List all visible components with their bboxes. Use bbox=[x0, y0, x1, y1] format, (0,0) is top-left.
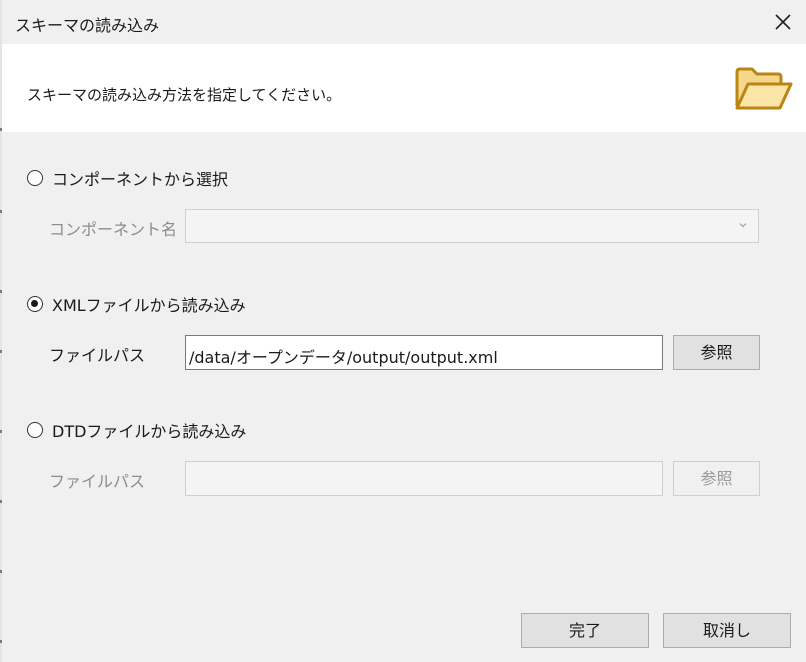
radio-xml[interactable] bbox=[27, 296, 43, 312]
radio-dtd[interactable] bbox=[27, 422, 43, 438]
component-name-combobox[interactable] bbox=[185, 209, 759, 243]
radio-xml-label: XMLファイルから読み込み bbox=[52, 296, 246, 315]
xml-file-path-label: ファイルパス bbox=[49, 346, 146, 365]
xml-file-path-input[interactable]: /data/オープンデータ/output/output.xml bbox=[185, 335, 663, 370]
dtd-file-path-input[interactable] bbox=[185, 461, 663, 496]
radio-xml-option[interactable]: XMLファイルから読み込み bbox=[27, 292, 246, 316]
radio-dtd-label: DTDファイルから読み込み bbox=[52, 422, 247, 441]
dtd-file-path-label: ファイルパス bbox=[49, 472, 146, 491]
close-icon bbox=[775, 14, 791, 30]
dtd-browse-button[interactable]: 参照 bbox=[673, 461, 760, 496]
cancel-button[interactable]: 取消し bbox=[663, 613, 791, 648]
chevron-down-icon bbox=[739, 223, 747, 228]
header-panel: スキーマの読み込み方法を指定してください。 bbox=[2, 44, 806, 132]
radio-component-option[interactable]: コンポーネントから選択 bbox=[27, 166, 228, 190]
radio-dtd-option[interactable]: DTDファイルから読み込み bbox=[27, 418, 246, 442]
ok-button[interactable]: 完了 bbox=[521, 613, 649, 648]
radio-component-label: コンポーネントから選択 bbox=[52, 170, 229, 189]
folder-open-icon bbox=[735, 67, 793, 110]
xml-browse-button[interactable]: 参照 bbox=[673, 335, 760, 370]
window-title: スキーマの読み込み bbox=[15, 16, 160, 35]
radio-component[interactable] bbox=[27, 170, 43, 186]
component-name-label: コンポーネント名 bbox=[49, 220, 178, 239]
instruction-text: スキーマの読み込み方法を指定してください。 bbox=[27, 86, 342, 104]
close-button[interactable] bbox=[760, 0, 806, 44]
title-bar: スキーマの読み込み bbox=[2, 0, 806, 44]
